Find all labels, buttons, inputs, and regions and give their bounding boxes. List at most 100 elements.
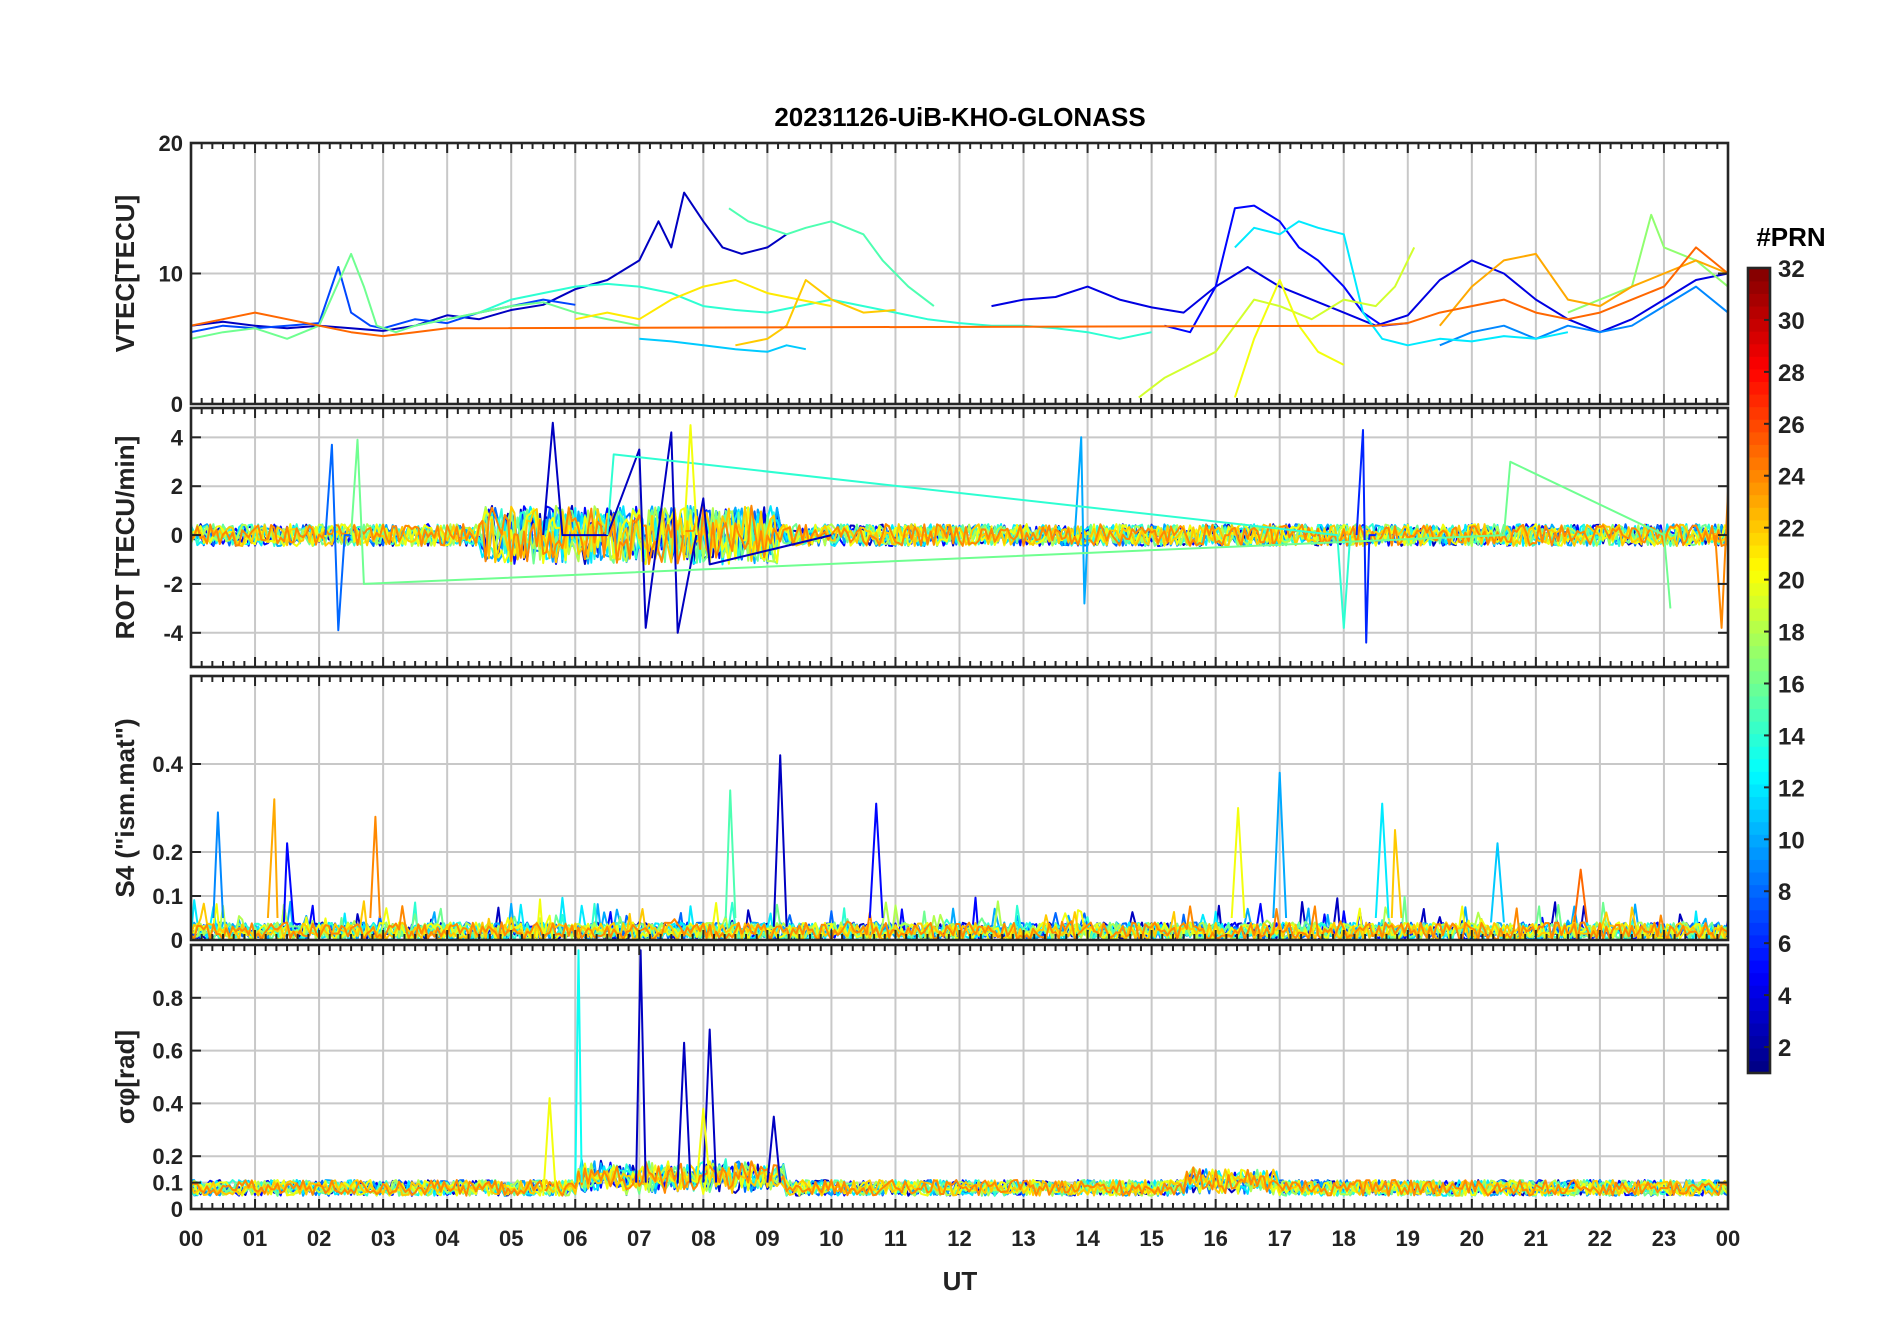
colorbar-segment bbox=[1748, 871, 1770, 886]
series-prn-24 bbox=[369, 815, 381, 919]
y-axis-label-rot: ROT [TECU/min] bbox=[110, 436, 140, 640]
colorbar-segment bbox=[1748, 922, 1770, 936]
x-tick-labels: 00 01 02 03 04 05 06 07 08 09 10 11 12 13 14 15 16 17 18 19… bbox=[179, 1226, 1740, 1251]
colorbar-segment bbox=[1748, 758, 1770, 772]
panel-rot: -4 -2 0 2 4 ROT [TECU/min] bbox=[110, 406, 1730, 669]
colorbar-segment bbox=[1748, 846, 1770, 860]
colorbar-segment bbox=[1748, 280, 1770, 294]
x-tick-label: 06 bbox=[563, 1226, 587, 1251]
colorbar-segment bbox=[1748, 934, 1770, 949]
colorbar-segment bbox=[1748, 783, 1770, 798]
x-tick-label: 21 bbox=[1524, 1226, 1548, 1251]
colorbar-segment bbox=[1748, 1047, 1770, 1062]
panel-sigma_phi: 00.10.2 0.4 0.6 0.8 σφ[rad] bbox=[110, 943, 1730, 1222]
colorbar-tick-label: 24 bbox=[1778, 464, 1805, 491]
colorbar-segment bbox=[1748, 381, 1770, 395]
colorbar-tick-label: 16 bbox=[1778, 671, 1805, 698]
series-prn-12 bbox=[1374, 802, 1390, 919]
x-tick-label: 08 bbox=[691, 1226, 715, 1251]
figure: 20231126-UiB-KHO-GLONASS 0 10 20 VTEC[TECU]… bbox=[0, 0, 1902, 1330]
colorbar-segment bbox=[1748, 406, 1770, 420]
colorbar-segment bbox=[1748, 431, 1770, 445]
x-tick-label: 18 bbox=[1332, 1226, 1356, 1251]
series-prn-3 bbox=[635, 949, 647, 1183]
colorbar-tick-label: 32 bbox=[1778, 256, 1805, 283]
colorbar-tick-label: 4 bbox=[1778, 983, 1792, 1010]
series-prn-5 bbox=[868, 802, 884, 919]
chart-title: 20231126-UiB-KHO-GLONASS bbox=[774, 102, 1145, 132]
x-axis-label: UT bbox=[943, 1266, 978, 1296]
series-prn-22 bbox=[1390, 829, 1403, 919]
y-tick-label: 0.2 bbox=[152, 840, 183, 865]
colorbar-segment bbox=[1748, 456, 1770, 471]
colorbar-segment bbox=[1748, 343, 1770, 357]
y-tick-label: 0.1 bbox=[152, 1171, 183, 1196]
series-prn-3 bbox=[702, 1028, 718, 1183]
x-tick-label: 16 bbox=[1203, 1226, 1227, 1251]
colorbar-segment bbox=[1748, 683, 1770, 697]
y-tick-label: 4 bbox=[171, 425, 184, 450]
series-prn-24 bbox=[1714, 491, 1728, 629]
colorbar-segment bbox=[1748, 569, 1770, 584]
colorbar-segment bbox=[1748, 481, 1770, 496]
series-prn-11 bbox=[639, 337, 806, 353]
y-tick-label: 0.8 bbox=[152, 986, 183, 1011]
colorbar-tick-label: 18 bbox=[1778, 620, 1805, 647]
colorbar-segment bbox=[1748, 632, 1770, 647]
colorbar-segment bbox=[1748, 720, 1770, 735]
colorbar-segment bbox=[1748, 808, 1770, 823]
colorbar-segment bbox=[1748, 1010, 1770, 1024]
colorbar-segment bbox=[1748, 519, 1770, 533]
colorbar-tick-label: 12 bbox=[1778, 775, 1805, 802]
colorbar-segment bbox=[1748, 821, 1770, 835]
colorbar-segment bbox=[1748, 293, 1770, 307]
panel-vtec: 0 10 20 VTEC[TECU] bbox=[110, 131, 1730, 417]
colorbar-tick-label: 28 bbox=[1778, 360, 1805, 387]
series-prn-5 bbox=[1164, 204, 1408, 334]
colorbar-segment bbox=[1748, 268, 1770, 282]
colorbar-tick-label: 30 bbox=[1778, 308, 1805, 335]
y-tick-label: 0 bbox=[171, 392, 183, 417]
colorbar-segment bbox=[1748, 582, 1770, 596]
colorbar-segment bbox=[1748, 745, 1770, 760]
colorbar-tick-label: 22 bbox=[1778, 516, 1805, 543]
colorbar-segment bbox=[1748, 947, 1770, 961]
colorbar-segment bbox=[1748, 506, 1770, 521]
x-tick-label: 10 bbox=[819, 1226, 843, 1251]
colorbar-tick-label: 8 bbox=[1778, 879, 1791, 906]
colorbar-tick-label: 14 bbox=[1778, 723, 1805, 750]
colorbar-segment bbox=[1748, 595, 1770, 609]
colorbar-segment bbox=[1748, 972, 1770, 986]
gridlines-s4 bbox=[190, 676, 1729, 941]
colorbar-segment bbox=[1748, 859, 1770, 873]
x-tick-label: 12 bbox=[947, 1226, 971, 1251]
panels: 01020VTEC[TECU]-4-2024ROT [TECU/min]00.1… bbox=[110, 131, 1740, 1251]
colorbar-segment bbox=[1748, 607, 1770, 621]
y-tick-label: 0.6 bbox=[152, 1039, 183, 1064]
y-tick-label: -2 bbox=[163, 572, 183, 597]
x-tick-label: 11 bbox=[884, 1226, 907, 1251]
series-prn-19 bbox=[1138, 246, 1416, 399]
panel-s4: 0 0.1 0.2 0.4 S4 ("ism.mat") bbox=[110, 674, 1730, 953]
colorbar-segment bbox=[1748, 1022, 1770, 1037]
x-tick-label: 04 bbox=[435, 1226, 460, 1251]
colorbar-segment bbox=[1748, 418, 1770, 433]
y-axis-label-vtec: VTEC[TECU] bbox=[110, 195, 140, 352]
x-tick-label: 23 bbox=[1652, 1226, 1676, 1251]
colorbar-segment bbox=[1748, 645, 1770, 659]
x-tick-label: 00 bbox=[1716, 1226, 1740, 1251]
colorbar-segment bbox=[1748, 834, 1770, 848]
colorbar-segment bbox=[1748, 984, 1770, 999]
y-tick-label: -4 bbox=[163, 621, 183, 646]
colorbar-tick-label: 6 bbox=[1778, 931, 1791, 958]
colorbar-tick-label: 10 bbox=[1778, 827, 1805, 854]
colorbar-segment bbox=[1748, 444, 1770, 458]
colorbar-segment bbox=[1748, 909, 1770, 923]
series-prn-11 bbox=[1490, 842, 1505, 923]
colorbar-segment bbox=[1748, 330, 1770, 345]
y-axis-label-sigma_phi: σφ[rad] bbox=[110, 1030, 140, 1124]
x-tick-label: 19 bbox=[1396, 1226, 1420, 1251]
series-prn-23 bbox=[266, 798, 279, 919]
x-tick-label: 07 bbox=[627, 1226, 651, 1251]
y-tick-label: 0.4 bbox=[152, 1091, 183, 1116]
